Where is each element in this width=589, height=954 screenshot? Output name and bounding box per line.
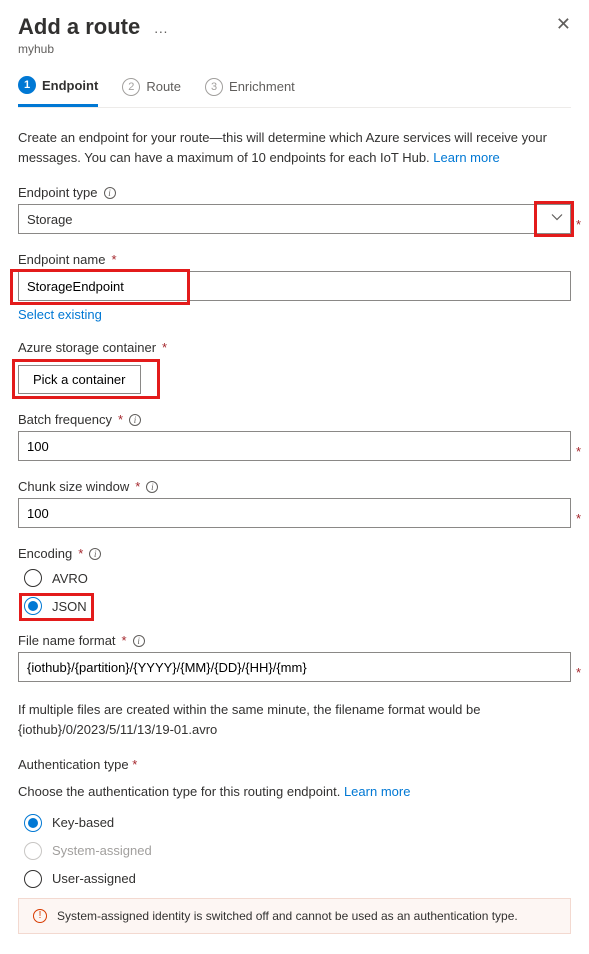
auth-type-description: Choose the authentication type for this … [18, 782, 571, 802]
storage-container-field: Azure storage container * Pick a contain… [18, 340, 571, 394]
radio-label: JSON [52, 599, 87, 614]
step-label: Enrichment [229, 79, 295, 94]
learn-more-link[interactable]: Learn more [433, 150, 499, 165]
required-marker: * [576, 217, 581, 232]
info-icon[interactable]: i [104, 187, 116, 199]
required-marker: * [78, 546, 83, 561]
required-marker: * [132, 757, 137, 772]
info-icon[interactable]: i [89, 548, 101, 560]
chunk-size-label: Chunk size window * i [18, 479, 571, 494]
radio-label: AVRO [52, 571, 88, 586]
hub-name: myhub [18, 42, 571, 56]
endpoint-type-select[interactable]: Storage [18, 204, 571, 234]
required-marker: * [135, 479, 140, 494]
required-marker: * [576, 511, 581, 526]
step-number: 2 [122, 78, 140, 96]
radio-label: User-assigned [52, 871, 136, 886]
required-marker: * [111, 252, 116, 267]
info-icon[interactable]: i [129, 414, 141, 426]
required-marker: * [576, 665, 581, 680]
step-endpoint[interactable]: 1 Endpoint [18, 76, 98, 107]
intro-text: Create an endpoint for your route—this w… [18, 128, 571, 167]
radio-icon [24, 870, 42, 888]
required-marker: * [118, 412, 123, 427]
more-icon[interactable]: ··· [154, 23, 168, 39]
file-format-input[interactable] [18, 652, 571, 682]
page-title: Add a route [18, 14, 140, 40]
radio-icon [24, 597, 42, 615]
endpoint-name-label: Endpoint name * [18, 252, 571, 267]
encoding-avro-option[interactable]: AVRO [24, 569, 571, 587]
batch-frequency-input[interactable] [18, 431, 571, 461]
step-label: Endpoint [42, 78, 98, 93]
step-enrichment[interactable]: 3 Enrichment [205, 78, 295, 106]
batch-frequency-label: Batch frequency * i [18, 412, 571, 427]
encoding-label: Encoding * i [18, 546, 571, 561]
file-format-helper: If multiple files are created within the… [18, 700, 571, 739]
encoding-field: Encoding * i AVRO JSON [18, 546, 571, 615]
warning-text: System-assigned identity is switched off… [57, 909, 518, 923]
encoding-json-option[interactable]: JSON [24, 597, 571, 615]
step-number: 1 [18, 76, 36, 94]
required-marker: * [122, 633, 127, 648]
auth-user-assigned-option[interactable]: User-assigned [24, 870, 571, 888]
stepper: 1 Endpoint 2 Route 3 Enrichment [0, 62, 589, 107]
warning-banner: ! System-assigned identity is switched o… [18, 898, 571, 934]
panel-header: Add a route ··· ✕ myhub [0, 0, 589, 62]
auth-learn-more-link[interactable]: Learn more [344, 784, 410, 799]
radio-label: System-assigned [52, 843, 152, 858]
auth-type-options: Key-based System-assigned User-assigned [24, 814, 571, 888]
pick-container-button[interactable]: Pick a container [18, 365, 141, 394]
required-marker: * [576, 444, 581, 459]
step-label: Route [146, 79, 181, 94]
radio-icon [24, 814, 42, 832]
endpoint-type-label: Endpoint type i [18, 185, 571, 200]
radio-icon [24, 842, 42, 860]
endpoint-type-field: Endpoint type i Storage * [18, 185, 571, 234]
info-icon[interactable]: i [133, 635, 145, 647]
form-content: Create an endpoint for your route—this w… [0, 108, 589, 954]
required-marker: * [162, 340, 167, 355]
select-existing-link[interactable]: Select existing [18, 307, 102, 322]
step-number: 3 [205, 78, 223, 96]
file-format-field: File name format * i * [18, 633, 571, 682]
warning-icon: ! [33, 909, 47, 923]
auth-system-assigned-option: System-assigned [24, 842, 571, 860]
batch-frequency-field: Batch frequency * i * [18, 412, 571, 461]
chunk-size-input[interactable] [18, 498, 571, 528]
endpoint-name-input[interactable] [18, 271, 571, 301]
close-icon[interactable]: ✕ [556, 14, 571, 35]
radio-label: Key-based [52, 815, 114, 830]
info-icon[interactable]: i [146, 481, 158, 493]
auth-key-based-option[interactable]: Key-based [24, 814, 571, 832]
endpoint-name-field: Endpoint name * Select existing [18, 252, 571, 322]
radio-icon [24, 569, 42, 587]
step-route[interactable]: 2 Route [122, 78, 181, 106]
auth-type-label: Authentication type * [18, 757, 571, 772]
file-format-label: File name format * i [18, 633, 571, 648]
chunk-size-field: Chunk size window * i * [18, 479, 571, 528]
storage-container-label: Azure storage container * [18, 340, 571, 355]
